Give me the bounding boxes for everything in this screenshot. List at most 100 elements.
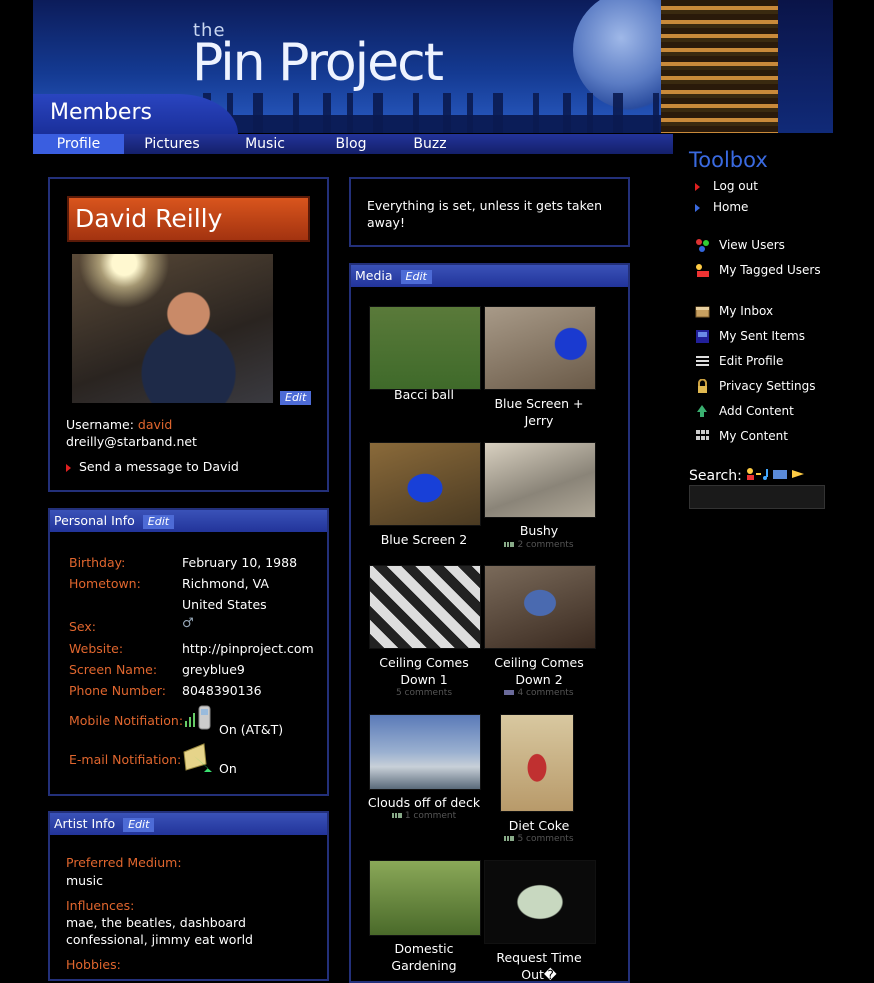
username-label: Username: [66,417,134,432]
artist-info-panel: Artist Info Edit Preferred Medium: music… [48,811,329,981]
photo-edit-button[interactable]: Edit [280,391,312,405]
media-caption[interactable]: Ceiling Comes Down 2 [479,654,599,688]
media-edit-button[interactable]: Edit [400,270,432,284]
logout-label: Log out [713,179,758,193]
users-icon [695,238,710,253]
comment-icon [504,836,515,841]
mobile-notification-label: Mobile Notifiation: [69,713,184,728]
media-caption[interactable]: Blue Screen 2 [364,531,484,548]
influences-label: Influences: [66,898,135,913]
birthday-label: Birthday: [69,555,126,570]
email-notification-value: On [219,761,237,776]
home-label: Home [713,200,749,214]
media-thumb-blue-screen-2[interactable] [369,442,481,526]
blue-arrow-icon [695,203,700,212]
my-content-link[interactable]: My Content [695,429,788,444]
media-caption[interactable]: Bacci ball [364,386,484,403]
privacy-settings-label: Privacy Settings [719,379,816,393]
tab-music[interactable]: Music [220,134,310,154]
comment-count-text: 5 comments [517,834,574,844]
website-link[interactable]: http://pinproject.com [182,641,314,656]
media-thumb-ceiling-2[interactable] [484,565,596,649]
search-label-text: Search: [689,468,742,484]
search-input[interactable] [689,485,825,509]
sent-items-link[interactable]: My Sent Items [695,329,805,344]
email-address: dreilly@starband.net [66,434,197,449]
tab-pictures[interactable]: Pictures [124,134,220,154]
tab-blog[interactable]: Blog [310,134,392,154]
website-label: Website: [69,641,124,656]
search-label: Search: [689,467,806,485]
media-thumb-blue-screen-jerry[interactable] [484,306,596,390]
profile-panel: David Reilly Edit Username: david dreill… [48,177,329,492]
birthday-value: February 10, 1988 [182,555,298,570]
red-arrow-icon [695,182,700,191]
tab-buzz[interactable]: Buzz [392,134,468,154]
profile-name: David Reilly [67,196,310,242]
view-users-label: View Users [719,238,785,252]
profile-photo[interactable] [72,254,273,403]
media-caption[interactable]: Domestic Gardening [364,940,484,974]
skyline-image [193,93,661,133]
send-message-link[interactable]: Send a message to David [66,459,239,474]
comment-count: 5 comments [479,834,599,844]
tab-profile[interactable]: Profile [33,134,124,154]
screen-name-label: Screen Name: [69,662,158,677]
section-title: Members [50,100,152,125]
mobile-notification-value: On (AT&T) [219,722,284,737]
send-message-label: Send a message to David [79,459,239,474]
personal-info-title: Personal Info [54,513,135,528]
view-users-link[interactable]: View Users [695,238,785,253]
inbox-link[interactable]: My Inbox [695,304,773,319]
home-link[interactable]: Home [695,200,748,214]
email-notification-label: E-mail Notifiation: [69,752,182,767]
tagged-users-icon [695,263,710,278]
media-panel: Media Edit Bacci ball Blue Screen + Jerr… [349,263,630,983]
add-content-link[interactable]: Add Content [695,404,794,419]
hobbies-label: Hobbies: [66,957,121,972]
media-caption[interactable]: Ceiling Comes Down 1 [364,654,484,688]
media-thumb-gardening[interactable] [369,860,481,936]
privacy-settings-link[interactable]: Privacy Settings [695,378,816,394]
screen-name-value: greyblue9 [182,662,245,677]
sent-items-icon [695,329,710,344]
search-filter-icons[interactable] [746,467,806,485]
inbox-label: My Inbox [719,304,774,318]
inbox-icon [695,304,710,319]
comment-icon [504,542,515,547]
edit-profile-label: Edit Profile [719,354,784,368]
email-arrow-icon [182,742,214,774]
media-thumb-bacci-ball[interactable] [369,306,481,390]
media-thumb-bushy[interactable] [484,442,596,518]
content-icon [695,429,710,444]
media-thumb-clouds[interactable] [369,714,481,790]
artist-info-edit-button[interactable]: Edit [123,818,155,832]
personal-info-edit-button[interactable]: Edit [142,515,175,529]
personal-info-panel: Personal Info Edit Birthday: February 10… [48,508,329,796]
username-link[interactable]: david [138,417,172,432]
mobile-phone-icon [183,705,213,730]
media-thumb-request-timeout[interactable] [484,860,596,944]
media-thumb-diet-coke[interactable] [500,714,574,812]
male-icon: ♂ [182,616,194,631]
comment-icon [391,813,402,818]
logout-link[interactable]: Log out [695,179,758,193]
medium-value: music [66,873,103,888]
media-caption[interactable]: Diet Coke [479,817,599,834]
media-thumb-ceiling-1[interactable] [369,565,481,649]
status-text: Everything is set, unless it gets taken … [367,198,602,230]
tagged-users-label: My Tagged Users [719,263,821,277]
main-nav: Profile Pictures Music Blog Buzz [33,134,673,154]
sent-items-label: My Sent Items [719,329,805,343]
edit-profile-link[interactable]: Edit Profile [695,354,783,369]
media-caption[interactable]: Bushy [479,522,599,539]
edit-profile-icon [695,354,710,369]
media-caption[interactable]: Request Time Out� [479,949,599,983]
media-caption[interactable]: Clouds off of deck [364,794,484,811]
comment-count: 4 comments [479,688,599,698]
personal-info-header: Personal Info Edit [50,510,327,532]
hometown-label: Hometown: [69,576,141,591]
site-logo[interactable]: Pin Project [192,33,444,93]
media-caption[interactable]: Blue Screen + Jerry [479,395,599,429]
tagged-users-link[interactable]: My Tagged Users [695,263,821,278]
